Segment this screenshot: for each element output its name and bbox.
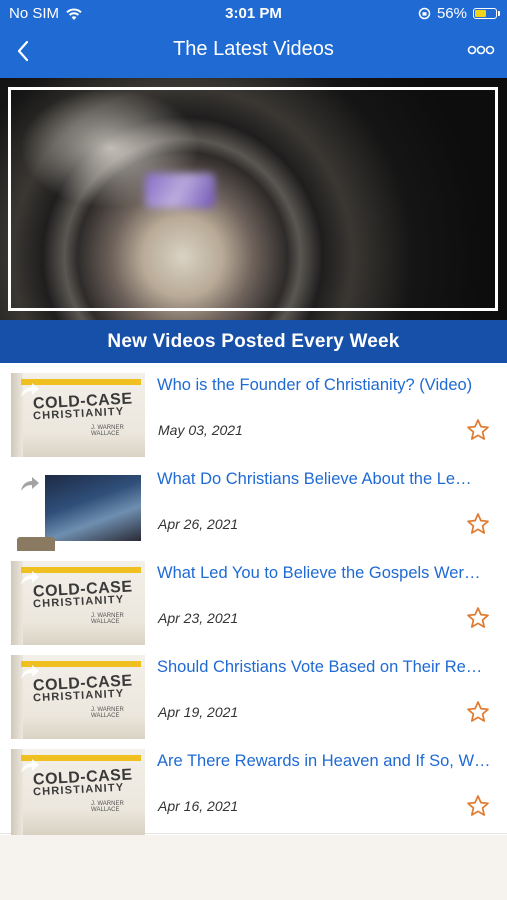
video-thumbnail: COLD-CASE CHRISTIANITY J. WARNER WALLACE — [11, 373, 145, 459]
video-list-item[interactable]: COLD-CASE CHRISTIANITY J. WARNER WALLACE… — [0, 645, 507, 741]
favorite-star-icon[interactable] — [466, 606, 490, 630]
video-title[interactable]: Should Christians Vote Based on Their Re… — [157, 658, 497, 677]
orientation-lock-icon — [418, 7, 431, 20]
video-list: COLD-CASE CHRISTIANITY J. WARNER WALLACE… — [0, 363, 507, 835]
book-author: J. WARNER WALLACE — [91, 801, 124, 813]
favorite-star-icon[interactable] — [466, 794, 490, 818]
page-title: The Latest Videos — [173, 38, 334, 60]
video-thumbnail — [11, 467, 145, 553]
nav-bar: The Latest Videos — [0, 28, 507, 78]
share-icon — [21, 477, 39, 491]
favorite-star-icon[interactable] — [466, 700, 490, 724]
video-title[interactable]: Are There Rewards in Heaven and If So, W… — [157, 752, 497, 771]
video-date: Apr 19, 2021 — [158, 704, 239, 720]
banner: New Videos Posted Every Week — [0, 320, 507, 363]
favorite-star-icon[interactable] — [466, 418, 490, 442]
footer-area — [0, 835, 507, 900]
video-title[interactable]: What Led You to Believe the Gospels Wer… — [157, 564, 497, 583]
book-author: J. WARNER WALLACE — [91, 613, 124, 625]
share-icon — [21, 759, 39, 773]
hero-frame — [8, 87, 498, 311]
video-date: Apr 16, 2021 — [158, 798, 239, 814]
status-bar: No SIM 3:01 PM 56% — [0, 0, 507, 28]
video-thumbnail: COLD-CASE CHRISTIANITY J. WARNER WALLACE — [11, 749, 145, 835]
video-date: Apr 26, 2021 — [158, 516, 239, 532]
favorite-star-icon[interactable] — [466, 512, 490, 536]
video-list-item[interactable]: COLD-CASE CHRISTIANITY J. WARNER WALLACE… — [0, 363, 507, 459]
video-list-item[interactable]: COLD-CASE CHRISTIANITY J. WARNER WALLACE… — [0, 739, 507, 835]
book-author: J. WARNER WALLACE — [91, 425, 124, 437]
battery-percent: 56% — [436, 5, 467, 22]
more-options-button[interactable] — [467, 42, 495, 58]
video-date: Apr 23, 2021 — [158, 610, 239, 626]
share-icon — [21, 665, 39, 679]
video-thumbnail: COLD-CASE CHRISTIANITY J. WARNER WALLACE — [11, 655, 145, 741]
video-thumbnail: COLD-CASE CHRISTIANITY J. WARNER WALLACE — [11, 561, 145, 647]
hero-image — [0, 78, 507, 320]
share-icon — [21, 571, 39, 585]
video-list-item[interactable]: What Do Christians Believe About the Le…… — [0, 457, 507, 553]
video-date: May 03, 2021 — [158, 422, 243, 438]
book-author: J. WARNER WALLACE — [91, 707, 124, 719]
share-icon — [21, 383, 39, 397]
battery-icon — [473, 8, 500, 19]
video-title[interactable]: Who is the Founder of Christianity? (Vid… — [157, 376, 497, 395]
video-title[interactable]: What Do Christians Believe About the Le… — [157, 470, 497, 489]
video-list-item[interactable]: COLD-CASE CHRISTIANITY J. WARNER WALLACE… — [0, 551, 507, 647]
